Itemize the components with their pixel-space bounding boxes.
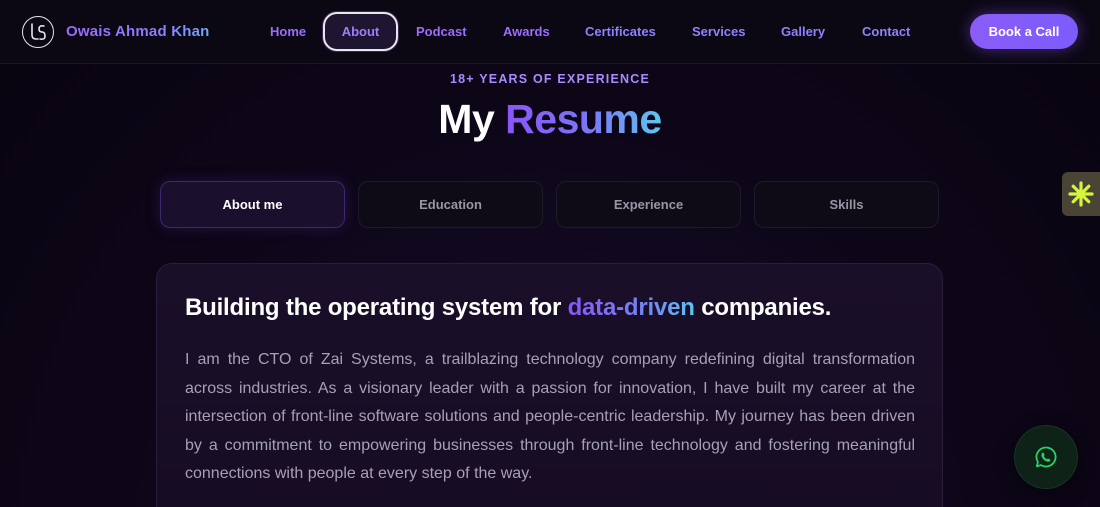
tab-about-me-label: About me	[222, 197, 283, 212]
about-card-title: Building the operating system for data-d…	[185, 294, 831, 322]
tab-experience-label: Experience	[613, 197, 684, 212]
page-title-highlight: Resume	[505, 96, 662, 142]
nav-link-podcast[interactable]: Podcast	[416, 24, 467, 39]
nav-link-contact[interactable]: Contact	[862, 24, 910, 39]
about-card: Building the operating system for data-d…	[156, 263, 943, 507]
tab-education[interactable]: Education	[358, 181, 543, 228]
nav-link-about[interactable]: About	[323, 12, 398, 51]
page-title-first: My	[438, 96, 495, 142]
nav-link-certificates[interactable]: Certificates	[585, 24, 656, 39]
side-widget-button[interactable]	[1062, 172, 1100, 216]
about-card-body: I am the CTO of Zai Systems, a trailblaz…	[185, 351, 915, 482]
about-card-title-before: Building the operating system for	[185, 294, 562, 321]
whatsapp-icon	[1035, 446, 1057, 468]
nav-link-awards[interactable]: Awards	[503, 24, 550, 39]
tab-skills[interactable]: Skills	[754, 181, 939, 228]
tab-about-me[interactable]: About me	[160, 181, 345, 228]
nav-link-gallery[interactable]: Gallery	[781, 24, 825, 39]
book-a-call-label: Book a Call	[988, 24, 1060, 39]
whatsapp-chat-button[interactable]	[1015, 426, 1077, 488]
nav-link-about-label: About	[341, 24, 380, 39]
tab-experience[interactable]: Experience	[556, 181, 741, 228]
experience-kicker: 18+ YEARS OF EXPERIENCE	[450, 72, 650, 86]
book-a-call-button[interactable]: Book a Call	[970, 14, 1078, 49]
page-title: My Resume	[0, 96, 1100, 143]
monogram-logo-icon[interactable]	[22, 16, 54, 48]
nav-link-home[interactable]: Home	[270, 24, 306, 39]
about-card-title-highlight: data-driven	[567, 294, 695, 321]
nav-link-services[interactable]: Services	[692, 24, 746, 39]
top-navbar: Owais Ahmad Khan Home About Podcast Awar…	[0, 0, 1100, 64]
brand-name[interactable]: Owais Ahmad Khan	[66, 23, 210, 40]
asterisk-icon	[1068, 181, 1094, 207]
tab-education-label: Education	[419, 197, 482, 212]
about-card-title-after: companies.	[701, 294, 832, 321]
tab-skills-label: Skills	[829, 197, 864, 212]
